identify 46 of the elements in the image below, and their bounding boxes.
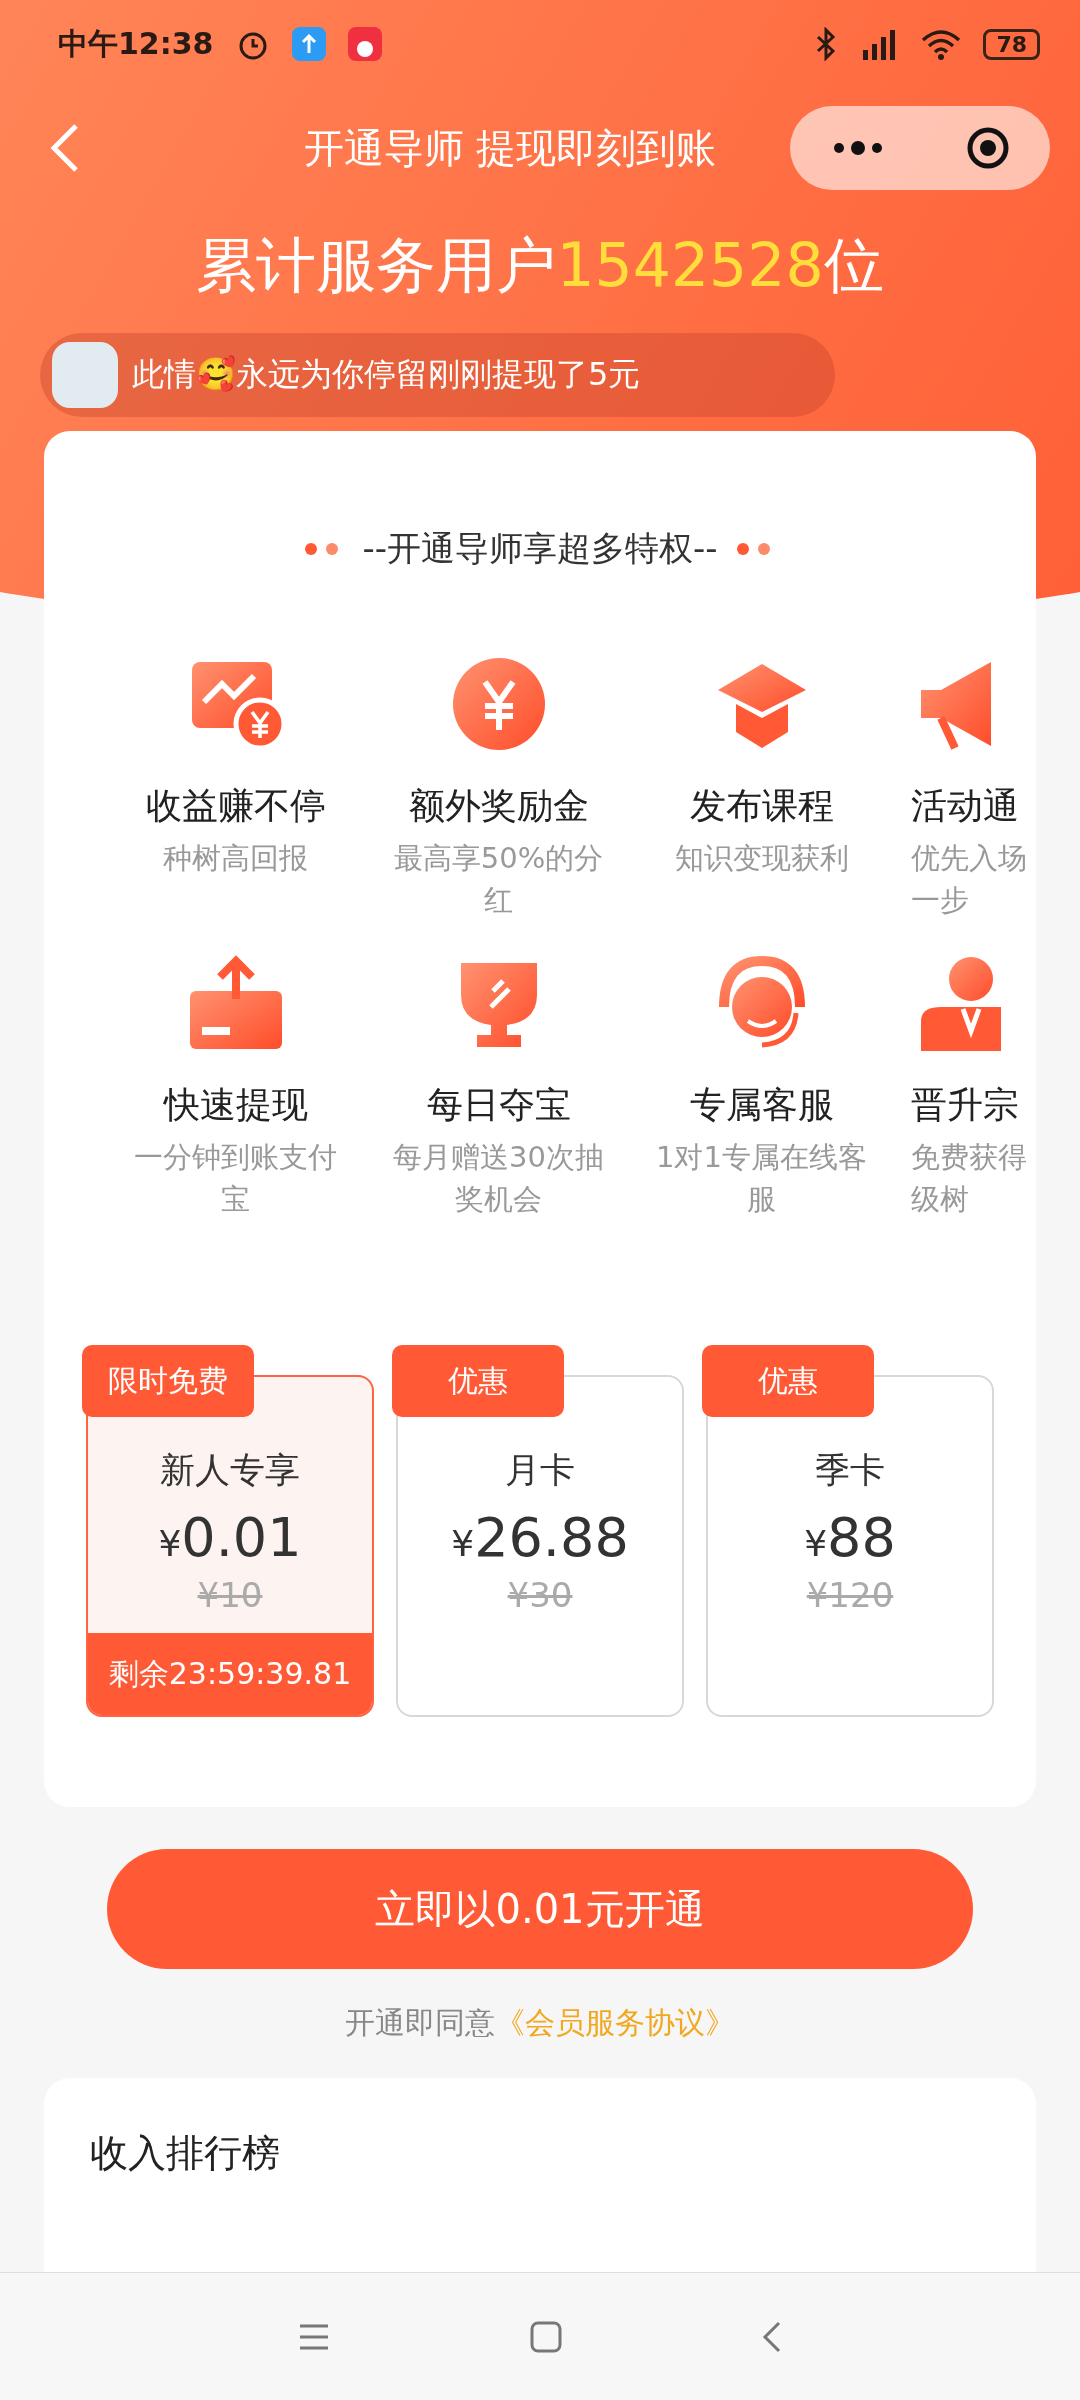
back-icon[interactable] (762, 2320, 782, 2353)
agreement-text: 开通即同意 (345, 2004, 495, 2043)
original-price: ¥30 (507, 1575, 573, 1616)
ranking-title: 收入排行榜 (90, 2131, 280, 2176)
privilege-title: 额外奖励金 (408, 784, 589, 828)
home-icon[interactable] (530, 2320, 562, 2353)
close-target-icon[interactable] (965, 126, 1010, 170)
privilege-subtitle: 种树高回报 (162, 840, 309, 877)
privilege-title: 快速提现 (163, 1083, 308, 1128)
original-price: ¥120 (806, 1575, 894, 1616)
original-price: ¥10 (197, 1575, 263, 1616)
menu-icon[interactable] (298, 2322, 330, 2351)
battery-indicator: 78 (983, 28, 1040, 60)
privilege-title: 专属客服 (689, 1083, 834, 1128)
served-users-count: 累计服务用户1542528位 (195, 229, 885, 302)
ticker-text: 此情🥰永远为你停留刚刚提现了5元 (132, 354, 641, 395)
bluetooth-icon (815, 27, 838, 61)
countdown-timer: 剩余23:59:39.81 (88, 1633, 372, 1716)
status-time: 中午12:38 (58, 24, 214, 63)
plan-name: 月卡 (505, 1449, 575, 1493)
privilege-subtitle: 每月赠送30次抽奖机会 (392, 1139, 605, 1219)
plan-price: ¥88 (804, 1506, 896, 1570)
plan-price: ¥0.01 (158, 1506, 302, 1570)
privilege-subtitle: 优先入场一步 (911, 840, 1028, 920)
plan-tag: 优惠 (702, 1345, 874, 1418)
plan-name: 新人专享 (160, 1449, 300, 1493)
plan-price: ¥26.88 (451, 1506, 629, 1570)
privileges-heading: --开通导师享超多特权-- (362, 527, 718, 570)
privilege-title: 活动通 (911, 784, 1019, 828)
wifi-icon (921, 28, 962, 60)
privilege-title: 收益赚不停 (145, 784, 326, 828)
plan-tag: 优惠 (392, 1345, 564, 1418)
avatar-placeholder (52, 342, 118, 408)
privilege-title: 晋升宗 (911, 1083, 1019, 1128)
plan-name: 季卡 (815, 1449, 885, 1493)
privilege-subtitle: 知识变现获利 (673, 840, 850, 877)
page-title: 开通导师 提现即刻到账 (302, 123, 718, 173)
privilege-subtitle: 1对1专属在线客服 (655, 1139, 868, 1219)
privilege-title: 每日夺宝 (426, 1083, 571, 1128)
privilege-title: 发布课程 (689, 784, 834, 828)
back-icon[interactable] (50, 122, 80, 174)
privilege-subtitle: 最高享50%的分红 (392, 840, 605, 920)
upload-app-icon (291, 27, 326, 61)
privilege-subtitle: 免费获得级树 (911, 1139, 1028, 1219)
privilege-subtitle: 一分钟到账支付宝 (133, 1139, 338, 1219)
plan-tag: 限时免费 (82, 1345, 254, 1418)
